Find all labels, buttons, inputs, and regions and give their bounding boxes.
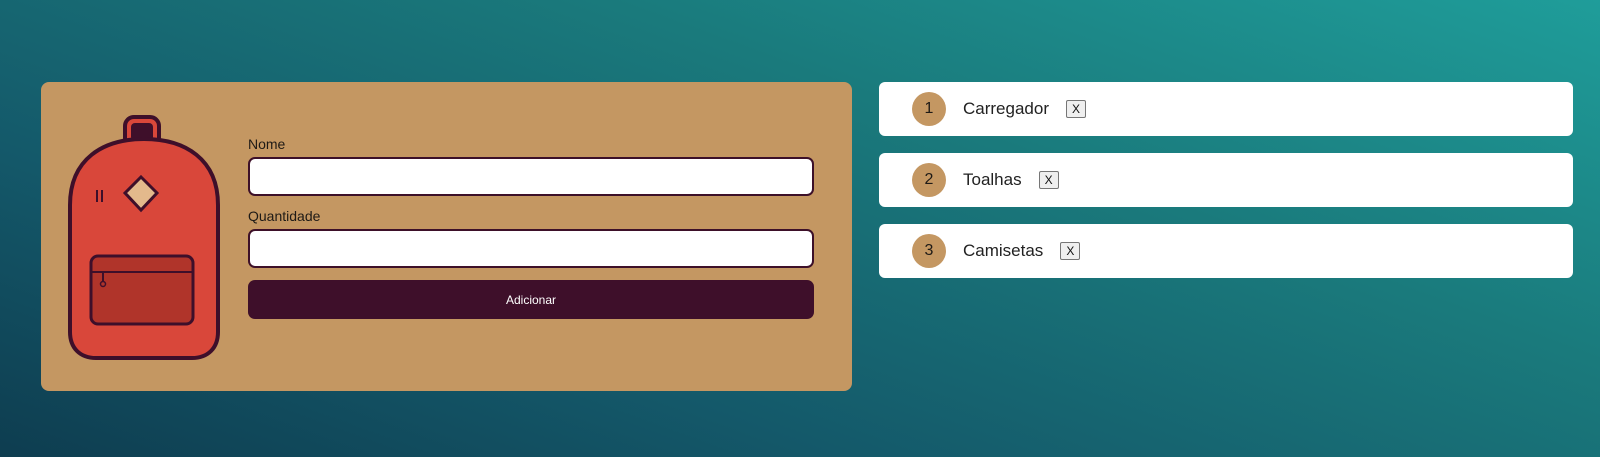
item-row: Camisetas X	[963, 224, 1081, 278]
item-form: Nome Quantidade Adicionar	[248, 136, 814, 319]
item-name: Toalhas	[963, 170, 1022, 189]
item-row: Carregador X	[963, 82, 1087, 136]
list-item: 1 Carregador X	[879, 82, 1573, 136]
item-row: Toalhas X	[963, 153, 1059, 207]
remove-item-button[interactable]: X	[1066, 100, 1087, 118]
list-item: 3 Camisetas X	[879, 224, 1573, 278]
item-name: Carregador	[963, 99, 1049, 118]
backpack-icon	[68, 115, 220, 360]
item-quantity-badge: 2	[912, 163, 946, 197]
name-label: Nome	[248, 136, 286, 152]
item-quantity-badge: 1	[912, 92, 946, 126]
add-item-form-card: Nome Quantidade Adicionar	[41, 82, 852, 391]
item-name: Camisetas	[963, 241, 1044, 260]
list-item: 2 Toalhas X	[879, 153, 1573, 207]
quantity-label: Quantidade	[248, 208, 321, 224]
item-quantity-badge: 3	[912, 234, 946, 268]
remove-item-button[interactable]: X	[1060, 242, 1081, 260]
remove-item-button[interactable]: X	[1038, 171, 1059, 189]
quantity-input[interactable]	[248, 229, 814, 268]
item-list: 1 Carregador X 2 Toalhas X 3 Camisetas X	[879, 82, 1573, 295]
add-button[interactable]: Adicionar	[248, 280, 814, 319]
name-input[interactable]	[248, 157, 814, 196]
